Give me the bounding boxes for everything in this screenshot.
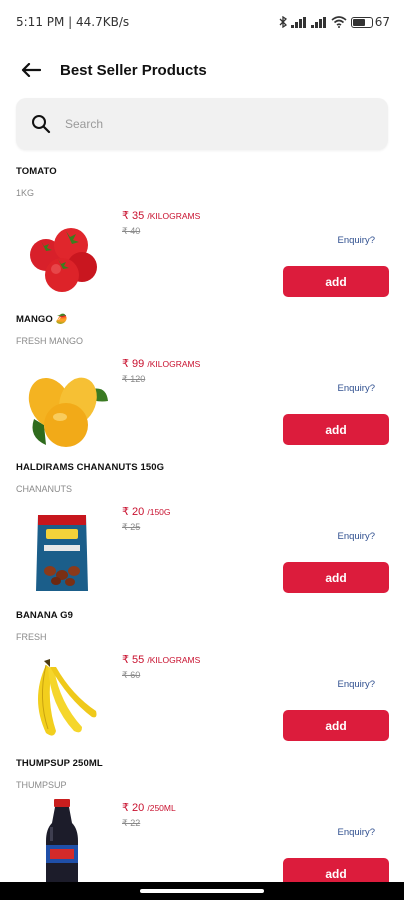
product-subtitle: FRESH (16, 632, 47, 642)
add-button[interactable]: add (283, 710, 389, 741)
soda-bottle-image[interactable] (16, 797, 108, 893)
battery-indicator: 67 (350, 15, 390, 29)
battery-icon (350, 16, 373, 28)
signal-icon-2 (310, 16, 326, 28)
product-mrp: ₹ 22 (122, 818, 141, 828)
page-title: Best Seller Products (60, 61, 207, 79)
product-card: THUMPSUP 250ML THUMPSUP ₹ 20 /250ML ₹ 22… (0, 749, 404, 897)
add-button[interactable]: add (283, 266, 389, 297)
product-name: MANGO 🥭 (16, 314, 68, 325)
product-price: ₹ 35 /KILOGRAMS (122, 209, 200, 222)
product-mrp: ₹ 40 (122, 226, 141, 236)
system-nav-bar (0, 882, 404, 900)
search-bar[interactable] (16, 98, 388, 150)
product-card: HALDIRAMS CHANANUTS 150G CHANANUTS ₹ 20 … (0, 453, 404, 601)
search-input[interactable] (65, 117, 345, 131)
price-unit: /KILOGRAMS (147, 655, 201, 665)
product-subtitle: FRESH MANGO (16, 336, 84, 346)
product-mrp: ₹ 60 (122, 670, 141, 680)
product-price: ₹ 20 /150G (122, 505, 171, 518)
bluetooth-icon (279, 16, 287, 28)
product-subtitle: THUMPSUP (16, 780, 67, 790)
product-subtitle: 1KG (16, 188, 35, 198)
product-subtitle: CHANANUTS (16, 484, 73, 494)
enquiry-link[interactable]: Enquiry? (338, 383, 376, 394)
price-value: ₹ 20 (122, 802, 145, 814)
enquiry-link[interactable]: Enquiry? (338, 235, 376, 246)
price-value: ₹ 99 (122, 358, 145, 370)
product-price: ₹ 99 /KILOGRAMS (122, 357, 200, 370)
status-icons: 67 (279, 15, 390, 29)
product-mrp: ₹ 120 (122, 374, 146, 384)
status-bar: 5:11 PM | 44.7KB/s 67 (0, 0, 404, 44)
tomato-image[interactable] (16, 205, 108, 301)
wifi-icon (331, 16, 347, 28)
product-card: TOMATO 1KG ₹ 35 /KILOGRAMS ₹ 40 Enquiry?… (0, 157, 404, 305)
product-name: THUMPSUP 250ML (16, 758, 103, 769)
status-time: 5:11 PM | 44.7KB/s (16, 15, 130, 29)
price-unit: /150G (147, 507, 171, 517)
product-price: ₹ 55 /KILOGRAMS (122, 653, 200, 666)
mango-image[interactable] (16, 353, 108, 449)
app-header: Best Seller Products (0, 48, 404, 92)
enquiry-link[interactable]: Enquiry? (338, 531, 376, 542)
search-icon (32, 115, 51, 134)
product-name: BANANA G9 (16, 610, 74, 621)
signal-icon (290, 16, 306, 28)
arrow-left-icon (21, 63, 41, 77)
product-price: ₹ 20 /250ML (122, 801, 176, 814)
battery-percent: 67 (374, 15, 390, 29)
snack-pack-image[interactable] (16, 501, 108, 597)
product-mrp: ₹ 25 (122, 522, 141, 532)
price-value: ₹ 35 (122, 210, 145, 222)
home-gesture-handle[interactable] (140, 889, 264, 893)
add-button[interactable]: add (283, 562, 389, 593)
enquiry-link[interactable]: Enquiry? (338, 679, 376, 690)
price-unit: /KILOGRAMS (147, 359, 201, 369)
back-button[interactable] (18, 57, 44, 83)
product-card: BANANA G9 FRESH ₹ 55 /KILOGRAMS ₹ 60 Enq… (0, 601, 404, 749)
banana-image[interactable] (16, 649, 108, 745)
price-value: ₹ 55 (122, 654, 145, 666)
price-unit: /KILOGRAMS (147, 211, 201, 221)
product-list: TOMATO 1KG ₹ 35 /KILOGRAMS ₹ 40 Enquiry?… (0, 157, 404, 897)
enquiry-link[interactable]: Enquiry? (338, 827, 376, 838)
product-name: HALDIRAMS CHANANUTS 150G (16, 462, 165, 473)
product-card: MANGO 🥭 FRESH MANGO ₹ 99 /KILOGRAMS ₹ 12… (0, 305, 404, 453)
price-value: ₹ 20 (122, 506, 145, 518)
add-button[interactable]: add (283, 414, 389, 445)
price-unit: /250ML (147, 803, 176, 813)
product-name: TOMATO (16, 166, 57, 177)
